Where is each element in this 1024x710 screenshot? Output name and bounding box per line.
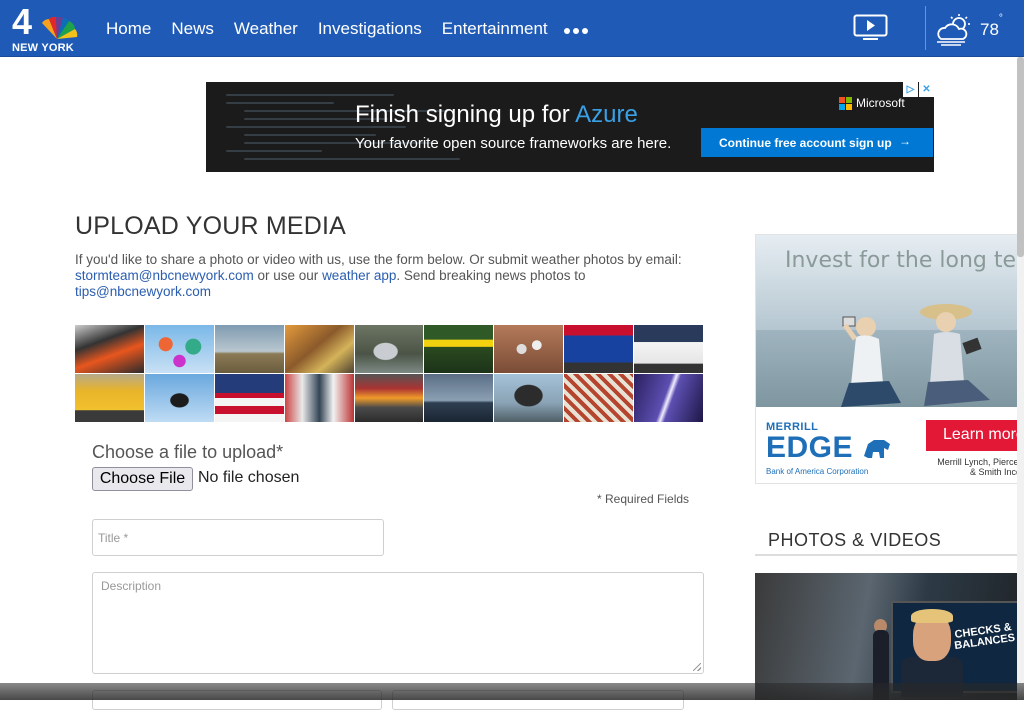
photo-tile-tornado bbox=[214, 325, 284, 373]
section-divider bbox=[755, 554, 1024, 556]
intro-part-3: . Send breaking news photos to bbox=[396, 268, 586, 283]
photo-tile-police-tape bbox=[424, 325, 494, 373]
bank-of-america-label: Bank of America Corporation bbox=[766, 467, 869, 476]
header-divider bbox=[925, 6, 926, 50]
file-status-text: No file chosen bbox=[198, 469, 300, 486]
photo-tile-firefighters bbox=[284, 325, 354, 373]
learn-more-button[interactable]: Learn more bbox=[926, 420, 1023, 451]
logo-channel-number: 4 bbox=[12, 1, 32, 42]
microsoft-logo-icon bbox=[839, 96, 852, 110]
main-nav: Home News Weather Investigations Enterta… bbox=[106, 19, 588, 39]
ad-cta-button[interactable]: Continue free account sign up → bbox=[701, 128, 933, 157]
choose-file-button[interactable]: Choose File bbox=[92, 467, 193, 491]
ad-choices: ▷ ✕ bbox=[902, 82, 934, 97]
temperature-value: 78 bbox=[980, 20, 999, 39]
photo-tile-hot-air-balloons bbox=[144, 325, 214, 373]
choose-file-label: Choose a file to upload* bbox=[92, 442, 284, 462]
ad-cta-label: Continue free account sign up bbox=[719, 135, 892, 150]
ad-headline: Finish signing up for Azure bbox=[355, 101, 638, 129]
photo-tile-gas-prices bbox=[564, 325, 634, 373]
close-icon[interactable]: ✕ bbox=[919, 82, 934, 97]
person-with-tablet-illustration bbox=[920, 304, 990, 406]
photo-tile-lightning bbox=[634, 374, 703, 422]
nav-item-investigations[interactable]: Investigations bbox=[318, 19, 422, 39]
bull-icon bbox=[863, 440, 890, 458]
edge-wordmark: EDGE bbox=[766, 431, 892, 465]
photo-tile-american-flag bbox=[214, 374, 284, 422]
scrollbar-thumb[interactable] bbox=[1017, 57, 1024, 257]
description-placeholder: Description bbox=[101, 579, 162, 593]
partly-cloudy-icon[interactable] bbox=[935, 14, 973, 46]
intro-text: If you'd like to share a photo or video … bbox=[75, 252, 705, 300]
merrill-edge-ad[interactable]: Invest for the long term MERRILL EDGE Ba… bbox=[755, 234, 1024, 484]
intro-part-2: or use our bbox=[253, 268, 323, 283]
weather-app-link[interactable]: weather app bbox=[322, 268, 396, 283]
page-scrollbar[interactable] bbox=[1017, 57, 1024, 700]
azure-banner-ad[interactable]: Finish signing up for Azure Your favorit… bbox=[206, 82, 934, 172]
photo-tile-hail bbox=[494, 325, 564, 373]
nav-item-entertainment[interactable]: Entertainment bbox=[442, 19, 548, 39]
fine-print-line-1: Merrill Lynch, Pierce, Fe bbox=[937, 457, 1023, 467]
adchoices-icon[interactable]: ▷ bbox=[903, 82, 918, 97]
edge-wordmark-text: EDGE bbox=[766, 431, 854, 464]
description-textarea[interactable]: Description bbox=[92, 572, 704, 674]
peacock-icon bbox=[42, 17, 78, 39]
tips-email-link[interactable]: tips@nbcnewyork.com bbox=[75, 284, 211, 299]
photo-tile-helicopter bbox=[144, 374, 214, 422]
title-placeholder: Title * bbox=[98, 531, 129, 545]
ad-tagline: Invest for the long term bbox=[785, 248, 1024, 273]
temperature-unit: ° bbox=[998, 13, 1003, 25]
ad-headline-text: Finish signing up for bbox=[355, 101, 576, 128]
monitor-subject-hair bbox=[911, 609, 953, 623]
photos-videos-heading: PHOTOS & VIDEOS bbox=[768, 530, 942, 550]
featured-video-thumbnail[interactable]: CHECKS & BALANCES bbox=[755, 573, 1024, 700]
temperature-readout[interactable]: 78° bbox=[980, 13, 1003, 40]
photo-tile-bridge bbox=[424, 374, 494, 422]
nav-item-weather[interactable]: Weather bbox=[234, 19, 298, 39]
nav-item-home[interactable]: Home bbox=[106, 19, 151, 39]
ad-subline: Your favorite open source frameworks are… bbox=[355, 135, 672, 152]
arrow-right-icon: → bbox=[899, 134, 911, 148]
fine-print-line-2: & Smith Incorpo bbox=[969, 467, 1023, 477]
logo-city-label: NEW YORK bbox=[12, 42, 74, 54]
nav-item-news[interactable]: News bbox=[171, 19, 214, 39]
top-navigation-bar: 4 NEW YORK Home News Weather Investigati… bbox=[0, 0, 1024, 57]
photo-tile-truck-fire bbox=[354, 374, 424, 422]
microsoft-brand-label: Microsoft bbox=[856, 96, 905, 110]
page-title: UPLOAD YOUR MEDIA bbox=[75, 212, 347, 240]
more-menu-icon[interactable] bbox=[564, 28, 588, 34]
photo-tile-flooded-car bbox=[354, 325, 424, 373]
photo-tile-fire bbox=[75, 325, 144, 373]
photo-tile-baseball-fans bbox=[284, 374, 354, 422]
tv-play-icon[interactable] bbox=[853, 14, 888, 41]
bottom-overlay-bar bbox=[0, 683, 1024, 700]
stormteam-email-link[interactable]: stormteam@nbcnewyork.com bbox=[75, 268, 254, 283]
nbc-new-york-logo[interactable]: 4 NEW YORK bbox=[10, 1, 80, 54]
photo-tile-school-bus bbox=[75, 374, 144, 422]
photo-tile-cyclone-rollercoaster bbox=[564, 374, 634, 422]
ad-brand-strip: MERRILL EDGE Bank of America Corporation… bbox=[756, 407, 1023, 483]
ad-fine-print: Merrill Lynch, Pierce, Fe& Smith Incorpo bbox=[924, 457, 1023, 477]
photo-tile-volcano-smoke bbox=[494, 374, 564, 422]
photo-tile-police-car bbox=[634, 325, 703, 373]
news-photo-mosaic bbox=[75, 325, 703, 422]
intro-part-1: If you'd like to share a photo or video … bbox=[75, 252, 682, 267]
ad-headline-accent: Azure bbox=[575, 101, 638, 128]
person-photographing-illustration bbox=[841, 316, 901, 407]
title-input[interactable]: Title * bbox=[92, 519, 384, 556]
required-fields-note: * Required Fields bbox=[597, 492, 690, 506]
microsoft-brand: Microsoft bbox=[839, 96, 905, 110]
resize-handle-icon[interactable] bbox=[693, 663, 701, 671]
